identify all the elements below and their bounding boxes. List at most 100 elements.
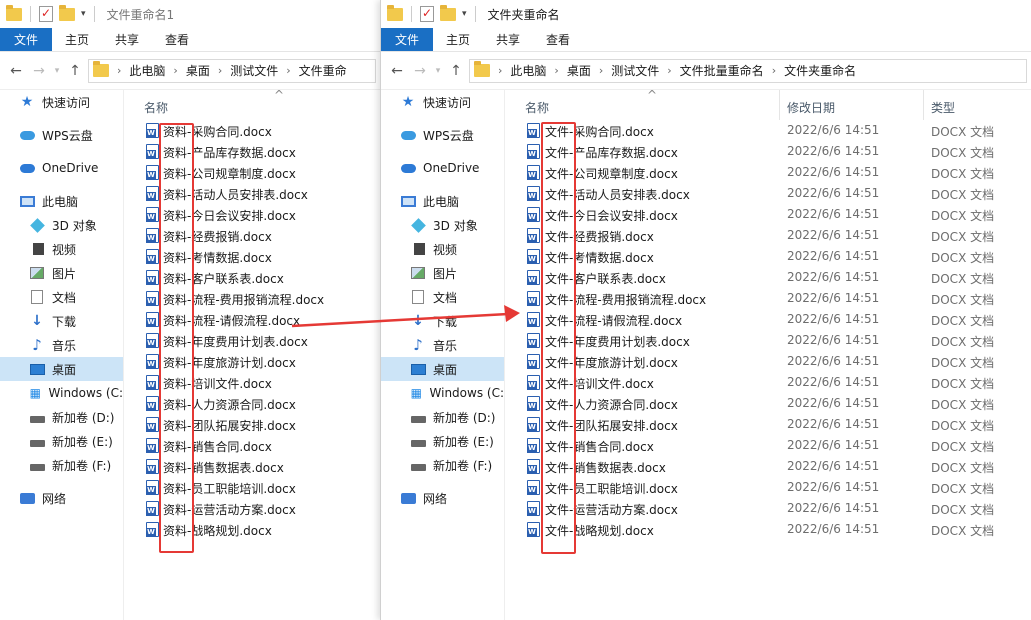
forward-icon[interactable]: → xyxy=(29,61,49,81)
breadcrumb-item[interactable]: 文件批量重命名 xyxy=(680,62,764,79)
breadcrumb-item[interactable]: 此电脑 xyxy=(510,62,546,79)
nav-item[interactable]: 文档 xyxy=(381,285,504,309)
file-row[interactable]: 资料-流程-费用报销流程.docx xyxy=(128,288,380,309)
nav-item[interactable]: 桌面 xyxy=(0,357,123,381)
tab-home[interactable]: 主页 xyxy=(433,28,483,51)
nav-item[interactable]: 此电脑 xyxy=(381,189,504,213)
nav-item[interactable]: ♪ 音乐 xyxy=(381,333,504,357)
file-row[interactable]: 文件-经费报销.docx 2022/6/6 14:51 DOCX 文档 xyxy=(509,225,1031,246)
file-row[interactable]: 资料-今日会议安排.docx xyxy=(128,204,380,225)
nav-item[interactable]: 视频 xyxy=(381,237,504,261)
file-row[interactable]: 文件-培训文件.docx 2022/6/6 14:51 DOCX 文档 xyxy=(509,372,1031,393)
nav-item[interactable]: 新加卷 (D:) xyxy=(381,405,504,429)
chevron-right-icon[interactable]: › xyxy=(663,64,675,77)
file-row[interactable]: 资料-人力资源合同.docx xyxy=(128,393,380,414)
nav-item[interactable]: 文档 xyxy=(0,285,123,309)
file-row[interactable]: 资料-销售数据表.docx xyxy=(128,456,380,477)
file-row[interactable]: 文件-活动人员安排表.docx 2022/6/6 14:51 DOCX 文档 xyxy=(509,183,1031,204)
tab-share[interactable]: 共享 xyxy=(102,28,152,51)
nav-item[interactable]: OneDrive xyxy=(0,156,123,180)
column-divider[interactable] xyxy=(923,90,924,120)
file-row[interactable]: 文件-客户联系表.docx 2022/6/6 14:51 DOCX 文档 xyxy=(509,267,1031,288)
chevron-right-icon[interactable]: › xyxy=(214,64,226,77)
breadcrumb-item[interactable]: 文件重命 xyxy=(299,62,347,79)
nav-item[interactable]: 图片 xyxy=(0,261,123,285)
breadcrumb-item[interactable]: 测试文件 xyxy=(230,62,278,79)
recent-locations-icon[interactable]: ▾ xyxy=(433,61,443,81)
file-row[interactable]: 文件-考情数据.docx 2022/6/6 14:51 DOCX 文档 xyxy=(509,246,1031,267)
new-folder-icon[interactable] xyxy=(59,4,75,21)
file-row[interactable]: 资料-销售合同.docx xyxy=(128,435,380,456)
customize-quick-access-icon[interactable]: ▾ xyxy=(462,9,467,19)
file-row[interactable]: 文件-销售数据表.docx 2022/6/6 14:51 DOCX 文档 xyxy=(509,456,1031,477)
column-header-name[interactable]: 名称 xyxy=(525,99,549,116)
nav-item[interactable]: WPS云盘 xyxy=(0,123,123,147)
nav-item[interactable]: 桌面 xyxy=(381,357,504,381)
breadcrumb-item[interactable]: 桌面 xyxy=(186,62,210,79)
file-row[interactable]: 资料-活动人员安排表.docx xyxy=(128,183,380,204)
file-row[interactable]: 资料-年度费用计划表.docx xyxy=(128,330,380,351)
file-row[interactable]: 文件-团队拓展安排.docx 2022/6/6 14:51 DOCX 文档 xyxy=(509,414,1031,435)
chevron-right-icon[interactable]: › xyxy=(768,64,780,77)
chevron-right-icon[interactable]: › xyxy=(494,64,506,77)
nav-item[interactable]: 视频 xyxy=(0,237,123,261)
tab-file[interactable]: 文件 xyxy=(0,28,53,51)
column-header-type[interactable]: 类型 xyxy=(931,99,955,116)
back-icon[interactable]: ← xyxy=(6,61,26,81)
file-row[interactable]: 资料-年度旅游计划.docx xyxy=(128,351,380,372)
nav-item[interactable]: ↓ 下载 xyxy=(0,309,123,333)
chevron-right-icon[interactable]: › xyxy=(595,64,607,77)
tab-file[interactable]: 文件 xyxy=(381,28,434,51)
new-folder-icon[interactable] xyxy=(440,4,456,21)
breadcrumb-item[interactable]: 桌面 xyxy=(567,62,591,79)
tab-home[interactable]: 主页 xyxy=(52,28,102,51)
file-row[interactable]: 文件-年度旅游计划.docx 2022/6/6 14:51 DOCX 文档 xyxy=(509,351,1031,372)
file-row[interactable]: 资料-考情数据.docx xyxy=(128,246,380,267)
nav-item[interactable]: 此电脑 xyxy=(0,189,123,213)
column-divider[interactable] xyxy=(779,90,780,120)
nav-item[interactable]: ▦ Windows (C: xyxy=(381,381,504,405)
nav-item[interactable]: 网络 xyxy=(0,486,123,510)
file-row[interactable]: 文件-流程-费用报销流程.docx 2022/6/6 14:51 DOCX 文档 xyxy=(509,288,1031,309)
file-row[interactable]: 文件-公司规章制度.docx 2022/6/6 14:51 DOCX 文档 xyxy=(509,162,1031,183)
nav-item[interactable]: 图片 xyxy=(381,261,504,285)
up-icon[interactable]: ↑ xyxy=(446,61,466,81)
breadcrumb-item[interactable]: 文件夹重命名 xyxy=(784,62,856,79)
file-row[interactable]: 资料-培训文件.docx xyxy=(128,372,380,393)
nav-item[interactable]: OneDrive xyxy=(381,156,504,180)
tab-view[interactable]: 查看 xyxy=(152,28,202,51)
forward-icon[interactable]: → xyxy=(410,61,430,81)
chevron-right-icon[interactable]: › xyxy=(169,64,181,77)
nav-item[interactable]: 新加卷 (E:) xyxy=(0,429,123,453)
recent-locations-icon[interactable]: ▾ xyxy=(52,61,62,81)
file-row[interactable]: 文件-今日会议安排.docx 2022/6/6 14:51 DOCX 文档 xyxy=(509,204,1031,225)
nav-item[interactable]: ▦ Windows (C: xyxy=(0,381,123,405)
tab-view[interactable]: 查看 xyxy=(533,28,583,51)
file-row[interactable]: 文件-产品库存数据.docx 2022/6/6 14:51 DOCX 文档 xyxy=(509,141,1031,162)
chevron-right-icon[interactable]: › xyxy=(113,64,125,77)
address-bar[interactable]: › 此电脑 › 桌面 › 测试文件 › 文件重命 xyxy=(88,58,376,83)
nav-item[interactable]: 新加卷 (E:) xyxy=(381,429,504,453)
chevron-right-icon[interactable]: › xyxy=(550,64,562,77)
file-row[interactable]: 资料-员工职能培训.docx xyxy=(128,477,380,498)
customize-quick-access-icon[interactable]: ▾ xyxy=(81,9,86,19)
file-row[interactable]: 资料-流程-请假流程.docx xyxy=(128,309,380,330)
file-row[interactable]: 资料-经费报销.docx xyxy=(128,225,380,246)
file-row[interactable]: 资料-客户联系表.docx xyxy=(128,267,380,288)
column-header-date[interactable]: 修改日期 xyxy=(787,99,835,116)
file-row[interactable]: 资料-战略规划.docx xyxy=(128,519,380,540)
breadcrumb-item[interactable]: 测试文件 xyxy=(611,62,659,79)
nav-item[interactable]: 网络 xyxy=(381,486,504,510)
tab-share[interactable]: 共享 xyxy=(483,28,533,51)
file-row[interactable]: 文件-年度费用计划表.docx 2022/6/6 14:51 DOCX 文档 xyxy=(509,330,1031,351)
file-row[interactable]: 文件-销售合同.docx 2022/6/6 14:51 DOCX 文档 xyxy=(509,435,1031,456)
column-header-name[interactable]: 名称 xyxy=(144,99,168,116)
file-row[interactable]: 文件-人力资源合同.docx 2022/6/6 14:51 DOCX 文档 xyxy=(509,393,1031,414)
properties-icon[interactable] xyxy=(420,6,434,22)
file-row[interactable]: 资料-采购合同.docx xyxy=(128,120,380,141)
chevron-right-icon[interactable]: › xyxy=(282,64,294,77)
file-row[interactable]: 文件-流程-请假流程.docx 2022/6/6 14:51 DOCX 文档 xyxy=(509,309,1031,330)
address-bar[interactable]: › 此电脑 › 桌面 › 测试文件 › 文件批量重命名 › 文件夹重命名 xyxy=(469,58,1027,83)
up-icon[interactable]: ↑ xyxy=(65,61,85,81)
nav-item[interactable]: 新加卷 (D:) xyxy=(0,405,123,429)
